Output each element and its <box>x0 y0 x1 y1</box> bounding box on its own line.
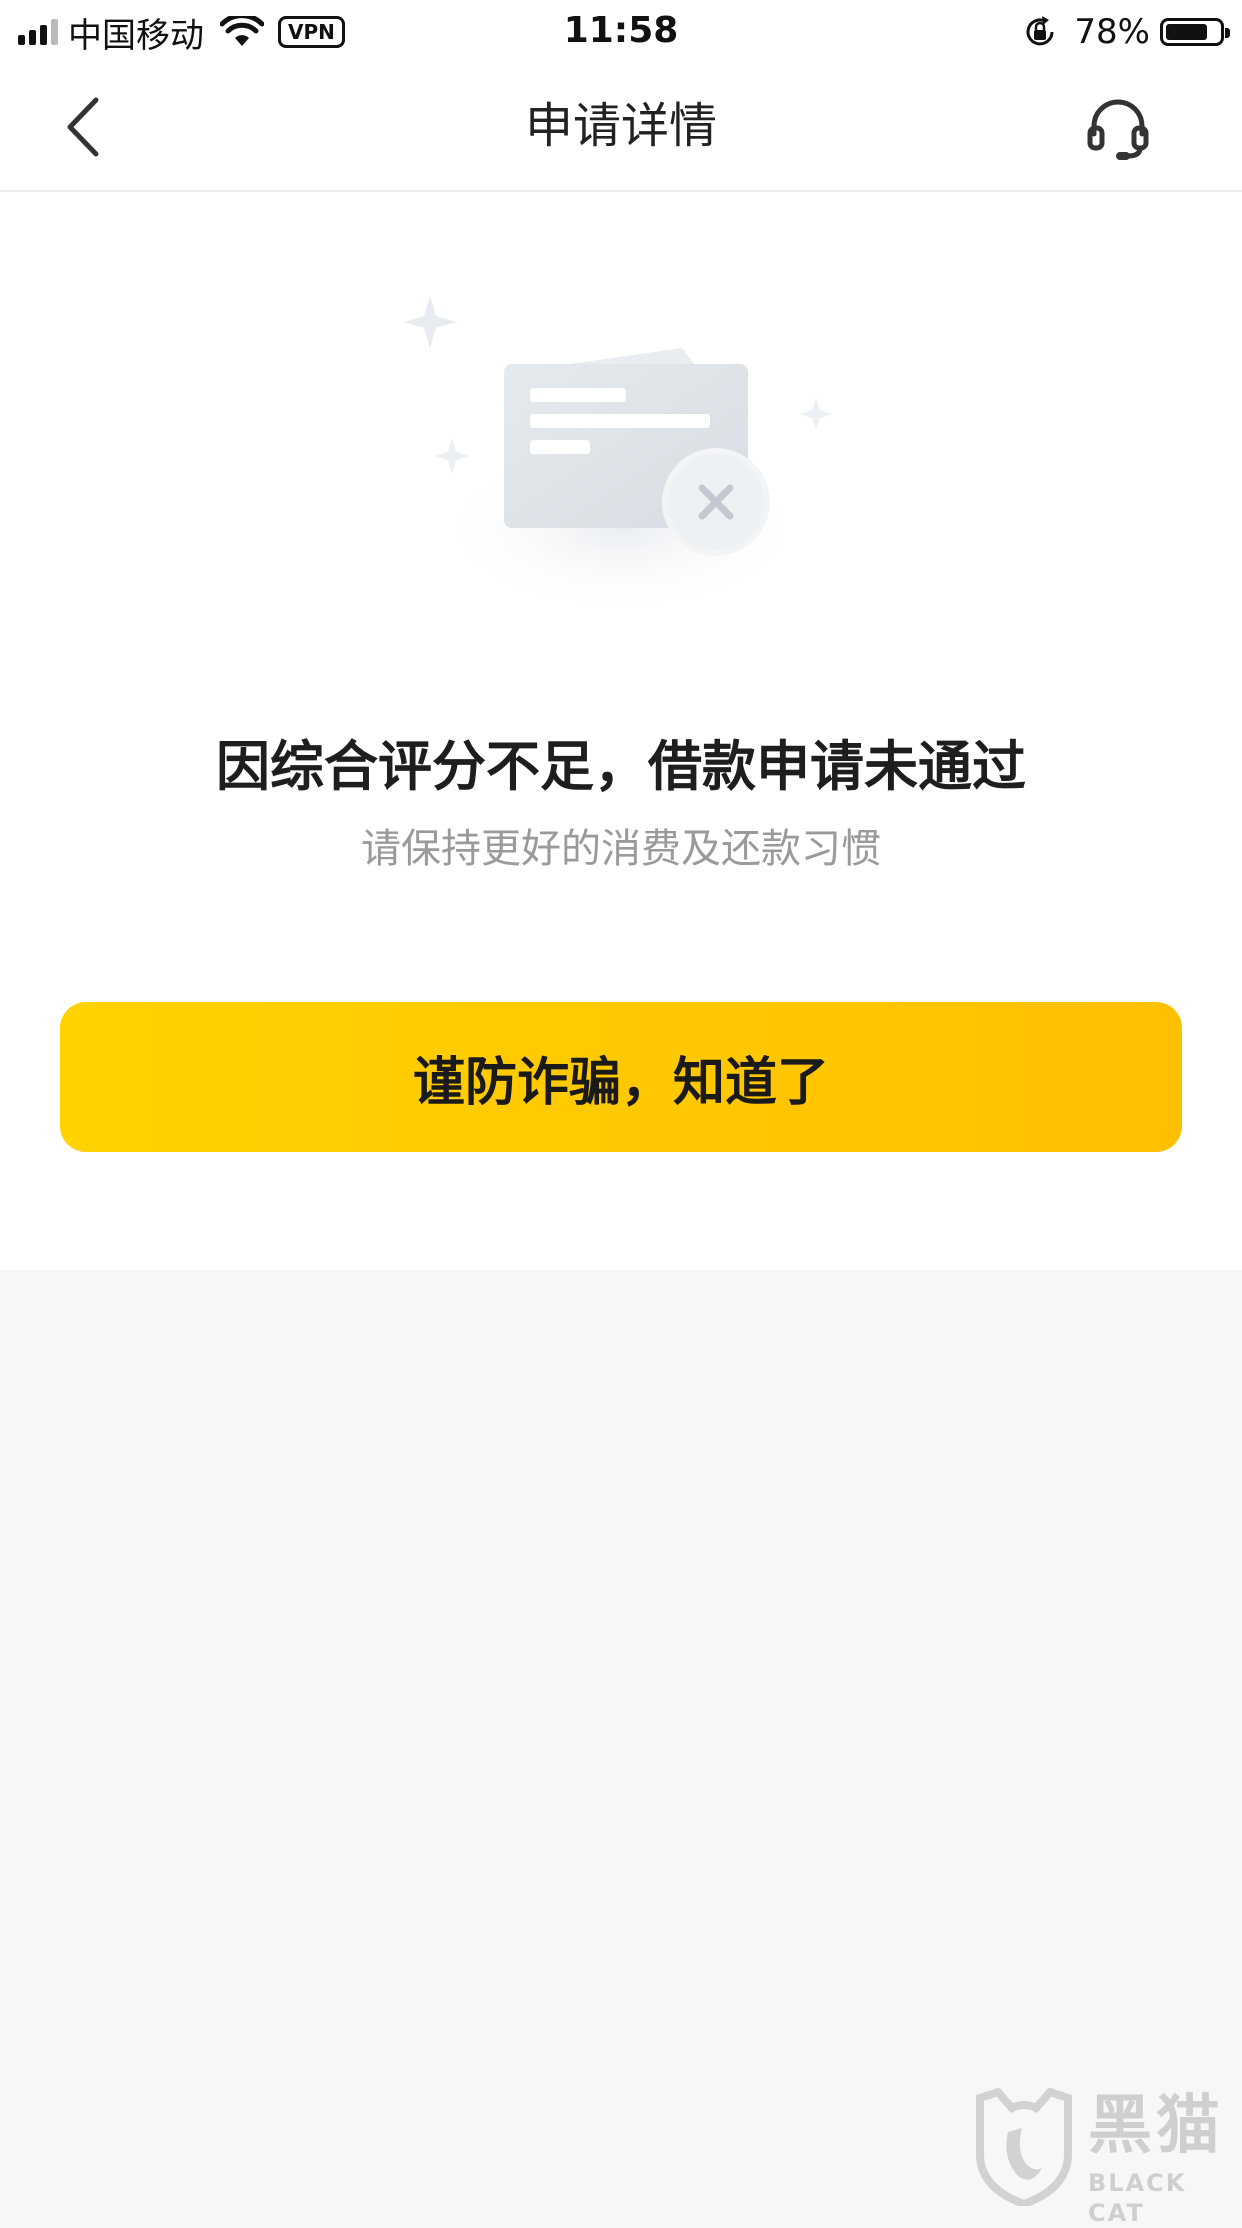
result-title: 因综合评分不足，借款申请未通过 <box>216 735 1026 798</box>
confirm-button[interactable]: 谨防诈骗，知道了 <box>60 1002 1182 1152</box>
status-bar: 中国移动 VPN 11:58 78% <box>0 0 1242 62</box>
watermark-en: BLACK CAT <box>1088 2169 1187 2227</box>
result-panel: 因综合评分不足，借款申请未通过 请保持更好的消费及还款习惯 谨防诈骗，知道了 <box>0 192 1242 1270</box>
rotation-lock-icon <box>1026 16 1054 46</box>
black-cat-watermark: 黑猫 BLACK CAT <box>966 2088 1242 2227</box>
headset-icon[interactable] <box>1086 94 1150 162</box>
battery-icon <box>1160 18 1230 46</box>
cat-logo-icon <box>976 2088 1072 2206</box>
battery-fill <box>1166 24 1207 40</box>
page-title: 申请详情 <box>524 98 717 154</box>
status-right: 78% <box>1022 10 1230 54</box>
watermark-cn: 黑猫 <box>1088 2089 1224 2163</box>
nav-bar: 申请详情 <box>0 62 1242 192</box>
battery-percent: 78% <box>1074 12 1150 52</box>
rejected-card-icon <box>404 296 832 618</box>
result-subtitle: 请保持更好的消费及还款习惯 <box>361 826 881 872</box>
